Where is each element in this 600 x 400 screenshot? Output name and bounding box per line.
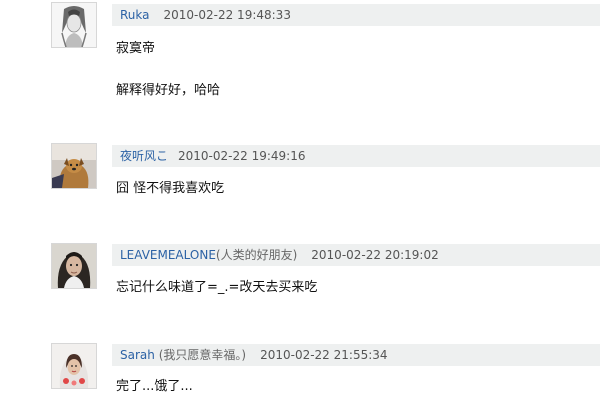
- comment-text-line: 寂寞帝: [116, 41, 156, 56]
- comment-header: Sarah (我只愿意幸福。) 2010-02-22 21:55:34: [112, 344, 600, 366]
- comment-item: LEAVEMEALONE(人类的好朋友) 2010-02-22 20:19:02 …: [0, 220, 600, 320]
- comment-item: Ruka 2010-02-22 19:48:33 寂寞帝 解释得好好，哈哈: [0, 0, 600, 120]
- username-link[interactable]: Sarah: [120, 348, 155, 362]
- comment-header: 夜听风こ 2010-02-22 19:49:16: [112, 145, 600, 167]
- comment-text-line: 完了...饿了...: [116, 379, 193, 394]
- username-link[interactable]: LEAVEMEALONE: [120, 248, 216, 262]
- comment-timestamp: 2010-02-22 19:48:33: [163, 8, 291, 22]
- comment-text-line: 忘记什么味道了=_.=改天去买来吃: [116, 280, 318, 295]
- user-signature: (人类的好朋友): [215, 248, 298, 262]
- dog-photo-avatar-icon[interactable]: [51, 143, 97, 189]
- comment-timestamp: 2010-02-22 19:49:16: [178, 149, 306, 163]
- comment-text-line: 囧 怪不得我喜欢吃: [116, 181, 225, 196]
- comment-item: Sarah (我只愿意幸福。) 2010-02-22 21:55:34 完了...…: [0, 320, 600, 400]
- username-link[interactable]: Ruka: [120, 8, 150, 22]
- portrait-photo-avatar-icon[interactable]: [51, 243, 97, 289]
- comment-header: LEAVEMEALONE(人类的好朋友) 2010-02-22 20:19:02: [112, 244, 600, 266]
- comment-item: 夜听风こ 2010-02-22 19:49:16 囧 怪不得我喜欢吃: [0, 120, 600, 220]
- bride-photo-avatar-icon[interactable]: [51, 343, 97, 389]
- comment-timestamp: 2010-02-22 20:19:02: [311, 248, 439, 262]
- girl-sketch-avatar-icon[interactable]: [51, 2, 97, 48]
- user-signature: (我只愿意幸福。): [158, 348, 247, 362]
- username-link[interactable]: 夜听风こ: [120, 149, 168, 163]
- comment-text-line: 解释得好好，哈哈: [116, 83, 221, 98]
- comment-header: Ruka 2010-02-22 19:48:33: [112, 4, 600, 26]
- comment-timestamp: 2010-02-22 21:55:34: [260, 348, 388, 362]
